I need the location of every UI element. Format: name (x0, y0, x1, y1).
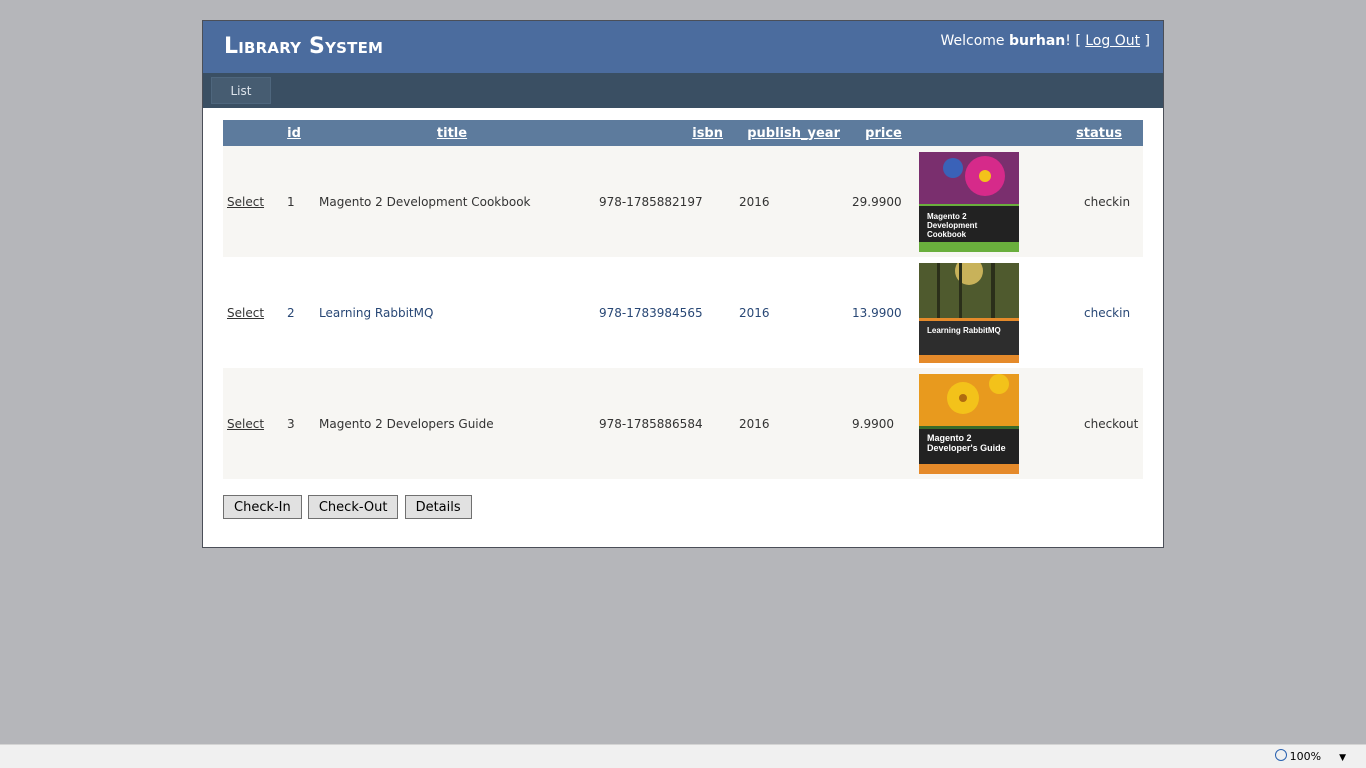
details-button[interactable]: Details (404, 495, 472, 519)
zoom-icon (1274, 749, 1287, 761)
isbn-cell: 978-1785882197 (595, 146, 735, 257)
price-cell: 9.9900 (848, 368, 919, 479)
grid-body: Select 1 Magento 2 Development Cookbook … (223, 146, 1143, 479)
page-container: Library System Welcome burhan! [ Log Out… (202, 20, 1164, 548)
site-title: Library System (224, 34, 384, 59)
grid-header-select (223, 120, 279, 146)
grid-header-publish-year: publish_year (735, 120, 848, 146)
select-link[interactable]: Select (227, 306, 264, 320)
login-display: Welcome burhan! [ Log Out ] (940, 33, 1150, 49)
select-cell: Select (223, 368, 279, 479)
sort-status-link[interactable]: status (1076, 126, 1122, 141)
welcome-prefix: Welcome (940, 33, 1009, 49)
status-cell: checkin (1066, 257, 1143, 368)
cover-title: Learning RabbitMQ (927, 325, 1001, 335)
sort-id-link[interactable]: id (287, 126, 301, 141)
books-grid: id title isbn publish_year price status … (223, 120, 1143, 479)
book-cover-image: Learning RabbitMQ (919, 262, 1019, 363)
grid-header-price: price (848, 120, 919, 146)
id-cell: 3 (279, 368, 309, 479)
id-cell: 2 (279, 257, 309, 368)
grid-header-row: id title isbn publish_year price status (223, 120, 1143, 146)
status-cell: checkin (1066, 146, 1143, 257)
check-out-button[interactable]: Check-Out (307, 495, 399, 519)
sort-isbn-link[interactable]: isbn (692, 126, 723, 141)
logout-link[interactable]: Log Out (1085, 33, 1140, 49)
sort-title-link[interactable]: title (437, 126, 467, 141)
table-row: Select 1 Magento 2 Development Cookbook … (223, 146, 1143, 257)
select-link[interactable]: Select (227, 195, 264, 209)
status-cell: checkout (1066, 368, 1143, 479)
username: burhan (1008, 33, 1066, 49)
cover-title: Magento 2 Developer's Guide (927, 432, 1006, 453)
publish-year-cell: 2016 (735, 257, 848, 368)
close-bracket: ] (1140, 33, 1150, 49)
book-cover-art (919, 262, 1019, 363)
sort-price-link[interactable]: price (865, 126, 902, 141)
price-cell: 13.9900 (848, 257, 919, 368)
isbn-cell: 978-1783984565 (595, 257, 735, 368)
zoom-control[interactable]: 100% ▼ (1274, 749, 1346, 763)
header: Library System Welcome burhan! [ Log Out… (203, 21, 1163, 73)
select-cell: Select (223, 257, 279, 368)
cover-title: Magento 2 Development Cookbook (927, 211, 978, 239)
cover-cell: Learning RabbitMQ (919, 257, 1066, 368)
chevron-down-icon[interactable]: ▼ (1339, 753, 1346, 763)
cover-cell: Magento 2 Development Cookbook (919, 146, 1066, 257)
price-cell: 29.9900 (848, 146, 919, 257)
book-cover-image: Magento 2 Developer's Guide (919, 373, 1019, 474)
menu-item-list[interactable]: List (211, 77, 271, 104)
select-link[interactable]: Select (227, 417, 264, 431)
welcome-suffix: ! [ (1065, 33, 1086, 49)
browser-status-bar: 100% ▼ (0, 744, 1366, 768)
grid-header-isbn: isbn (595, 120, 735, 146)
table-row: Select 3 Magento 2 Developers Guide 978-… (223, 368, 1143, 479)
menu-bar: List (203, 73, 1163, 108)
cover-cell: Magento 2 Developer's Guide (919, 368, 1066, 479)
grid-header-cover (919, 120, 1066, 146)
table-row: Select 2 Learning RabbitMQ 978-178398456… (223, 257, 1143, 368)
publish-year-cell: 2016 (735, 146, 848, 257)
check-in-button[interactable]: Check-In (223, 495, 302, 519)
action-buttons: Check-In Check-Out Details (223, 495, 473, 519)
grid-header-title: title (309, 120, 595, 146)
grid-header-id: id (279, 120, 309, 146)
title-cell: Learning RabbitMQ (309, 257, 595, 368)
title-cell: Magento 2 Development Cookbook (309, 146, 595, 257)
publish-year-cell: 2016 (735, 368, 848, 479)
sort-publish-year-link[interactable]: publish_year (747, 126, 840, 141)
isbn-cell: 978-1785886584 (595, 368, 735, 479)
title-cell: Magento 2 Developers Guide (309, 368, 595, 479)
grid-header-status: status (1066, 120, 1143, 146)
book-cover-image: Magento 2 Development Cookbook (919, 151, 1019, 252)
id-cell: 1 (279, 146, 309, 257)
zoom-level: 100% (1289, 750, 1322, 763)
select-cell: Select (223, 146, 279, 257)
book-cover-art (919, 373, 1019, 474)
